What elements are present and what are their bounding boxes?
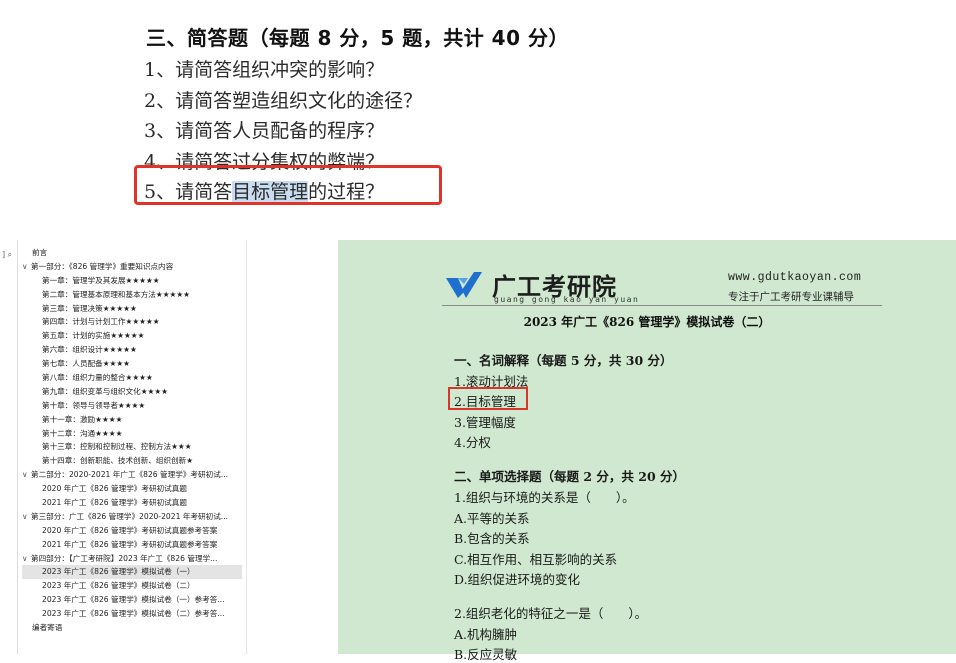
toc-item[interactable]: 2021 年广工《826 管理学》考研初试真题参考答案 — [22, 538, 242, 552]
toc-item[interactable]: 第九章：组织变革与组织文化★★★★ — [22, 385, 242, 399]
toc-item-label: 第七章：人员配备★★★★ — [42, 359, 130, 369]
mcq-1-option-c: C.相互作用、相互影响的关系 — [454, 552, 618, 567]
toc-item-label: 第十四章：创新职能、技术创新、组织创新★ — [42, 456, 194, 466]
toc-item[interactable]: 第三章：管理决策★★★★★ — [22, 302, 242, 316]
toc-item-label: 第一章：管理学及其发展★★★★★ — [42, 275, 160, 285]
toc-item[interactable]: 第六章：组织设计★★★★★ — [22, 343, 242, 357]
mcq-1-option-b: B.包含的关系 — [454, 531, 530, 546]
toc-item-label: 第十三章：控制和控制过程、控制方法★★★ — [42, 442, 192, 452]
toc-item-label: 第十二章：沟通★★★★ — [42, 428, 123, 438]
mcq-2-stem: 2.组织老化的特征之一是（ ）。 — [454, 606, 648, 621]
question-snippet: 三、简答题（每题 8 分，5 题，共计 40 分） 1、请简答组织冲突的影响？ … — [0, 0, 956, 240]
toc-item-label: 编者寄语 — [32, 623, 63, 633]
chevron-down-icon[interactable]: ∨ — [22, 552, 31, 566]
toc-item-label: 2023 年广工《826 管理学》模拟试卷（一） — [42, 567, 195, 577]
chevron-down-icon[interactable]: ∨ — [22, 260, 31, 274]
header-rule — [442, 305, 882, 306]
toc-item[interactable]: 第五章：计划的实施★★★★★ — [22, 329, 242, 343]
mcq-1-option-d: D.组织促进环境的变化 — [454, 572, 581, 587]
sidebar-edge-tools[interactable]: ] ⌕ — [0, 248, 14, 288]
toc-item-label: 第四部分：【广工考研院】2023 年广工《826 管理学... — [31, 553, 218, 563]
toc-item-label: 2023 年广工《826 管理学》模拟试卷（二） — [42, 581, 195, 591]
toc-item[interactable]: 第十三章：控制和控制过程、控制方法★★★ — [22, 440, 242, 454]
logo-icon — [446, 272, 482, 298]
chevron-down-icon[interactable]: ∨ — [22, 468, 31, 482]
toc-item[interactable]: 2020 年广工《826 管理学》考研初试真题 — [22, 482, 242, 496]
toc-item-label: 第十章：领导与领导者★★★★ — [42, 400, 146, 410]
toc-item[interactable]: ∨ 第一部分：《826 管理学》重要知识点内容 — [22, 260, 242, 274]
toc-item[interactable]: 2023 年广工《826 管理学》模拟试卷（一） — [22, 565, 242, 580]
logo-pinyin: guang gong kao yan yuan — [494, 295, 640, 304]
toc-item-label: 2023 年广工《826 管理学》模拟试卷（一）参考答... — [42, 595, 225, 605]
toc-item-label: 第十一章：激励★★★★ — [42, 414, 123, 424]
toc-item[interactable]: 2023 年广工《826 管理学》模拟试卷（二） — [22, 579, 242, 593]
table-of-contents: 前言 ∨ 第一部分：《826 管理学》重要知识点内容 第一章：管理学及其发展★★★★★… — [22, 246, 242, 635]
toc-item[interactable]: 2023 年广工《826 管理学》模拟试卷（二）参考答... — [22, 607, 242, 621]
section-2-heading: 二、单项选择题（每题 2 分，共 20 分） — [454, 469, 686, 484]
toc-item-label: 2021 年广工《826 管理学》考研初试真题参考答案 — [42, 539, 218, 549]
toc-item[interactable]: 第八章：组织力量的整合★★★★ — [22, 371, 242, 385]
toc-item-label: 第二章：管理基本原理和基本方法★★★★★ — [42, 289, 190, 299]
toc-item-label: 第八章：组织力量的整合★★★★ — [42, 373, 153, 383]
toc-item-label: 前言 — [32, 248, 48, 257]
toc-item[interactable]: 第二章：管理基本原理和基本方法★★★★★ — [22, 288, 242, 302]
highlight-box-term-2 — [448, 387, 528, 410]
term-3: 3.管理幅度 — [454, 415, 516, 430]
toc-item-label: 2020 年广工《826 管理学》考研初试真题 — [42, 484, 187, 494]
toc-item-label: 第二部分：2020-2021 年广工《826 管理学》考研初试... — [31, 470, 229, 480]
toc-item[interactable]: 2020 年广工《826 管理学》考研初试真题参考答案 — [22, 524, 242, 538]
mcq-1-stem: 1.组织与环境的关系是（ ）。 — [454, 490, 635, 505]
toc-item-label: 第三部分：广工《826 管理学》2020-2021 年考研初试... — [31, 511, 229, 521]
toc-item-label: 第九章：组织变革与组织文化★★★★ — [42, 386, 168, 396]
toc-item[interactable]: 第一章：管理学及其发展★★★★★ — [22, 274, 242, 288]
toc-item-label: 2020 年广工《826 管理学》考研初试真题参考答案 — [42, 525, 218, 535]
toc-item[interactable]: ∨ 第二部分：2020-2021 年广工《826 管理学》考研初试... — [22, 468, 242, 482]
toc-item-label: 2021 年广工《826 管理学》考研初试真题 — [42, 498, 187, 508]
toc-item[interactable]: 第十章：领导与领导者★★★★ — [22, 399, 242, 413]
highlight-box-question-5 — [134, 165, 442, 205]
toc-item[interactable]: 2023 年广工《826 管理学》模拟试卷（一）参考答... — [22, 593, 242, 607]
toc-item[interactable]: 第四章：计划与计划工作★★★★★ — [22, 315, 242, 329]
toc-item-label: 第三章：管理决策★★★★★ — [42, 303, 137, 313]
toc-item[interactable]: 第七章：人员配备★★★★ — [22, 357, 242, 371]
toc-item-label: 2023 年广工《826 管理学》模拟试卷（二）参考答... — [42, 609, 225, 619]
toc-item-label: 第四章：计划与计划工作★★★★★ — [42, 317, 160, 327]
exam-title: 2023 年广工《826 管理学》模拟试卷（二） — [523, 315, 771, 329]
question-3: 3、请简答人员配备的程序？ — [144, 120, 385, 142]
toc-item[interactable]: ∨ 第四部分：【广工考研院】2023 年广工《826 管理学... — [22, 552, 242, 566]
toc-item-label: 第六章：组织设计★★★★★ — [42, 345, 137, 355]
mcq-1-option-a: A.平等的关系 — [454, 511, 530, 526]
mcq-2-option-a: A.机构臃肿 — [454, 627, 518, 642]
website-url: www.gdutkaoyan.com — [728, 271, 862, 284]
toc-item[interactable]: 第十一章：激励★★★★ — [22, 413, 242, 427]
toc-item[interactable]: 前言 — [22, 246, 242, 260]
question-1: 1、请简答组织冲突的影响？ — [144, 59, 385, 81]
toc-item-label: 第一部分：《826 管理学》重要知识点内容 — [31, 261, 174, 271]
toc-item[interactable]: 编者寄语 — [22, 621, 242, 635]
document-page: 广工考研院 guang gong kao yan yuan www.gdutka… — [338, 240, 956, 662]
section-heading: 三、简答题（每题 8 分，5 题，共计 40 分） — [146, 26, 569, 50]
toc-item[interactable]: 第十二章：沟通★★★★ — [22, 427, 242, 441]
toc-item-label: 第五章：计划的实施★★★★★ — [42, 331, 145, 341]
outline-sidebar: ] ⌕ 前言 ∨ 第一部分：《826 管理学》重要知识点内容 第一章：管理学及其发展★… — [0, 240, 338, 654]
term-4: 4.分权 — [454, 435, 491, 450]
sidebar-scroll-divider — [246, 240, 247, 654]
sidebar-divider — [17, 240, 18, 654]
section-1-heading: 一、名词解释（每题 5 分，共 30 分） — [454, 353, 673, 368]
chevron-down-icon[interactable]: ∨ — [22, 510, 31, 524]
toc-item[interactable]: 2021 年广工《826 管理学》考研初试真题 — [22, 496, 242, 510]
slogan: 专注于广工考研专业课辅导 — [728, 291, 854, 303]
question-2: 2、请简答塑造组织文化的途径？ — [144, 90, 423, 112]
toc-item[interactable]: 第十四章：创新职能、技术创新、组织创新★ — [22, 454, 242, 468]
toc-item[interactable]: ∨ 第三部分：广工《826 管理学》2020-2021 年考研初试... — [22, 510, 242, 524]
